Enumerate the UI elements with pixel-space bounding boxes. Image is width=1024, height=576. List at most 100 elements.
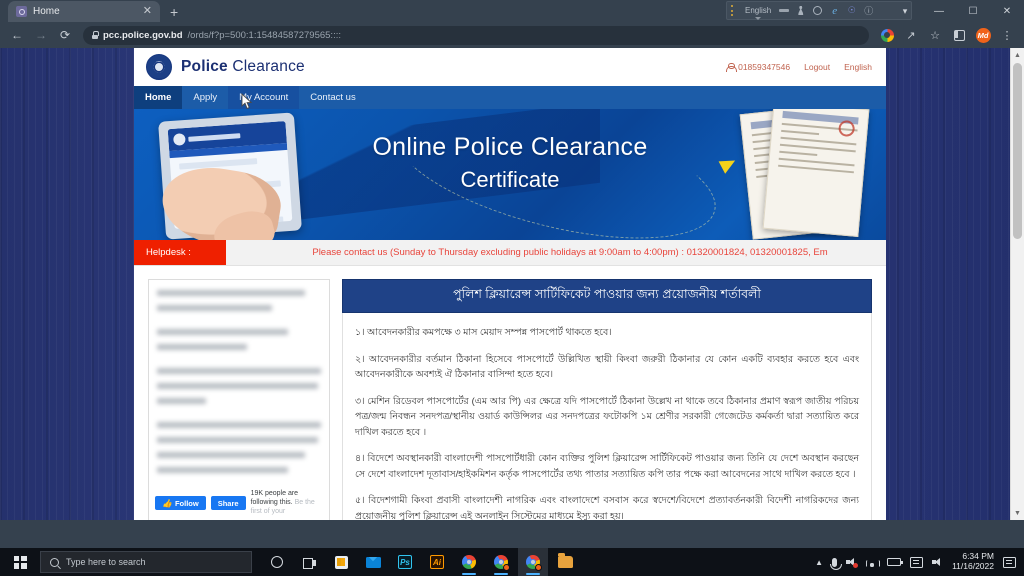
user-icon — [726, 62, 738, 72]
page-scrollbar[interactable]: ▲ ▼ — [1010, 48, 1024, 520]
header-actions: 01859347546 Logout English — [726, 62, 872, 72]
scroll-up-icon[interactable]: ▲ — [1011, 48, 1024, 62]
help-icon[interactable]: ☉ — [844, 3, 859, 18]
window-controls: ▾ — ☐ ✕ — [888, 0, 1024, 22]
lock-icon — [92, 31, 99, 39]
show-hidden-icons[interactable]: ▲ — [815, 558, 823, 567]
mail-icon[interactable] — [358, 548, 388, 576]
nav-item-my-account[interactable]: My Account — [228, 86, 300, 109]
chrome-icon[interactable] — [454, 548, 484, 576]
chrome-active-icon[interactable] — [518, 548, 548, 576]
three-dot-menu-icon[interactable]: ⋮ — [996, 24, 1018, 46]
url-path: /ords/f?p=500:1:15484587279565:::: — [187, 29, 341, 41]
facebook-share-button[interactable]: Share — [210, 496, 246, 511]
user-phone[interactable]: 01859347546 — [726, 62, 790, 72]
scroll-down-icon[interactable]: ▼ — [1011, 506, 1024, 520]
thumbs-up-icon: 👍 — [162, 498, 172, 508]
hero-banner: Online Police Clearance Certificate — [134, 109, 886, 240]
mouse-cursor — [241, 93, 253, 109]
share-label: Share — [217, 498, 239, 508]
illustrator-icon[interactable]: Ai — [422, 548, 452, 576]
plus-icon[interactable]: + — [170, 5, 178, 19]
system-tray: ▲ 6:34 PM 11/16/2022 — [815, 551, 1024, 572]
facebook-blurred-content — [149, 280, 329, 486]
requirement-item: ৪। বিদেশে অবস্থানকারী বাংলাদেশী পাসপোর্ট… — [355, 452, 859, 479]
chess-pawn-icon[interactable] — [793, 3, 808, 18]
site-header: Police Clearance 01859347546 Logout Engl… — [134, 48, 886, 86]
browser-window: Home ✕ + English e ☉ ⓘ ▾ — ☐ ✕ ← → ⟳ pcc… — [0, 0, 1024, 548]
chrome-profile-icon[interactable] — [486, 548, 516, 576]
language-link[interactable]: English — [844, 62, 872, 72]
chevron-down-icon[interactable]: ▾ — [888, 0, 922, 22]
circle-icon[interactable] — [810, 3, 825, 18]
maximize-icon[interactable]: ☐ — [956, 0, 990, 22]
ime-language-label[interactable]: English — [742, 6, 774, 15]
tab-title: Home — [33, 6, 60, 17]
requirement-item: ২। আবেদনকারীর বর্তমান ঠিকানা হিসেবে পাসপ… — [355, 352, 859, 380]
cortana-icon[interactable] — [262, 548, 292, 576]
info-icon[interactable]: ⓘ — [861, 3, 876, 18]
requirement-item: ১। আবেদনকারীর কমপক্ষে ৩ মাস মেয়াদ সম্পন… — [355, 326, 612, 337]
display-icon[interactable] — [910, 556, 924, 568]
tab-strip: Home ✕ + English e ☉ ⓘ ▾ — ☐ ✕ — [0, 0, 1024, 22]
police-crest-icon — [16, 6, 27, 17]
logout-link[interactable]: Logout — [804, 62, 830, 72]
drag-handle-icon[interactable] — [731, 5, 740, 16]
helpdesk-label: Helpdesk : — [134, 240, 226, 265]
back-arrow-icon[interactable]: ← — [6, 24, 28, 46]
user-phone-label: 01859347546 — [738, 62, 791, 72]
website: Police Clearance 01859347546 Logout Engl… — [134, 48, 886, 520]
wifi-icon[interactable] — [866, 558, 878, 567]
photoshop-icon[interactable]: Ps — [390, 548, 420, 576]
google-icon[interactable] — [876, 24, 898, 46]
facebook-follower-count: 19K people are following this. Be the fi… — [251, 490, 323, 516]
requirement-item: ৫। বিদেশগামী কিংবা প্রবাসী বাংলাদেশী নাগ… — [355, 494, 859, 520]
side-panel-icon[interactable] — [948, 24, 970, 46]
url-domain: pcc.police.gov.bd — [103, 29, 183, 41]
microsoft-store-icon[interactable] — [326, 548, 356, 576]
nav-item-apply[interactable]: Apply — [182, 86, 228, 109]
browser-tab[interactable]: Home ✕ — [8, 1, 160, 22]
page-content: 👍 Follow Share 19K people are following … — [134, 266, 886, 520]
avatar[interactable]: Md — [972, 24, 994, 46]
taskbar-apps: Ps Ai — [262, 548, 580, 576]
brand-bold: Police — [181, 58, 228, 75]
internet-explorer-icon[interactable]: e — [827, 3, 842, 18]
scrollbar-thumb[interactable] — [1013, 63, 1022, 239]
forward-arrow-icon[interactable]: → — [30, 24, 52, 46]
facebook-follow-button[interactable]: 👍 Follow — [155, 496, 206, 511]
facebook-page-plugin[interactable]: 👍 Follow Share 19K people are following … — [148, 279, 330, 520]
windows-start-icon[interactable] — [0, 548, 40, 576]
search-icon — [50, 557, 59, 567]
reload-icon[interactable]: ⟳ — [54, 24, 76, 46]
address-bar[interactable]: pcc.police.gov.bd/ords/f?p=500:1:1548458… — [83, 25, 869, 45]
windows-taskbar: Type here to search Ps Ai ▲ 6:34 PM 11/1… — [0, 548, 1024, 576]
taskbar-clock[interactable]: 6:34 PM 11/16/2022 — [952, 551, 994, 572]
volume-icon[interactable] — [932, 557, 943, 567]
star-icon[interactable]: ☆ — [924, 24, 946, 46]
page-viewport: Police Clearance 01859347546 Logout Engl… — [0, 48, 1024, 520]
minimize-icon[interactable]: — — [922, 0, 956, 22]
search-placeholder: Type here to search — [66, 557, 146, 567]
nav-item-home[interactable]: Home — [134, 86, 183, 109]
site-logo[interactable]: Police Clearance — [146, 54, 305, 80]
microphone-icon[interactable] — [829, 557, 842, 570]
search-input[interactable]: Type here to search — [40, 551, 252, 573]
brand-title: Police Clearance — [181, 58, 305, 76]
battery-icon[interactable] — [887, 558, 904, 566]
share-icon[interactable]: ↗ — [900, 24, 922, 46]
screen: Home ✕ + English e ☉ ⓘ ▾ — ☐ ✕ ← → ⟳ pcc… — [0, 0, 1024, 576]
keyboard-icon[interactable] — [776, 3, 791, 18]
facebook-actions: 👍 Follow Share 19K people are following … — [149, 486, 329, 520]
close-window-icon[interactable]: ✕ — [990, 0, 1024, 22]
ime-language-bar[interactable]: English e ☉ ⓘ — [726, 1, 912, 20]
file-explorer-icon[interactable] — [550, 548, 580, 576]
nav-item-contact-us[interactable]: Contact us — [299, 86, 366, 109]
task-view-icon[interactable] — [294, 548, 324, 576]
followers-text: 19K people are following this. — [250, 490, 299, 506]
headset-icon[interactable] — [846, 557, 859, 568]
close-icon[interactable]: ✕ — [143, 6, 152, 17]
requirements-panel: পুলিশ ক্লিয়ারেন্স সার্টিফিকেট পাওয়ার জ… — [342, 279, 872, 520]
action-center-icon[interactable] — [1003, 556, 1016, 568]
bangladesh-police-crest-icon — [146, 54, 172, 80]
